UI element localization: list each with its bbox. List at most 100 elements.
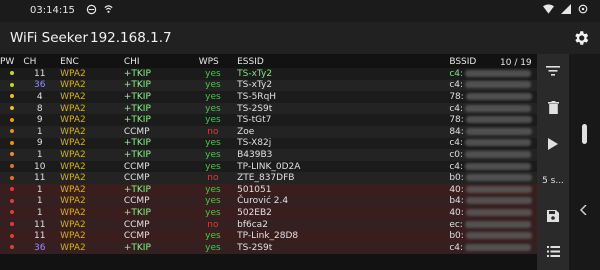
table-row[interactable]: 36 WPA2 +TKIP yes TS-2S9t c4: bbox=[0, 241, 537, 254]
status-bar: 03:14:15 bbox=[0, 0, 600, 22]
wps-cell: yes bbox=[198, 91, 228, 103]
save-button[interactable] bbox=[537, 210, 569, 225]
encryption-cell: WPA2 bbox=[56, 160, 120, 173]
bssid-cell: 84: bbox=[449, 125, 537, 138]
filter-button[interactable] bbox=[537, 65, 569, 80]
bssid-cell: 78: bbox=[449, 91, 537, 103]
channel-cell: 36 bbox=[23, 241, 57, 254]
cipher-cell: +TKIP bbox=[119, 114, 199, 126]
circle-status-icon bbox=[86, 4, 97, 15]
channel-cell: 1 bbox=[23, 125, 57, 138]
table-row[interactable]: 9 WPA2 +TKIP yes TS-tGt7 78: bbox=[0, 114, 537, 126]
scroll-thumb[interactable] bbox=[582, 124, 587, 144]
table-row[interactable]: 9 WPA2 +TKIP yes TS-X82j c4: bbox=[0, 137, 537, 150]
bssid-cell: 40: bbox=[449, 207, 537, 219]
channel-cell: 9 bbox=[23, 137, 57, 150]
table-row[interactable]: 11 WPA2 CCMP no bf6ca2 ec: bbox=[0, 218, 537, 231]
essid-cell: TP-Link_28D8 bbox=[227, 230, 450, 242]
channel-cell: 1 bbox=[23, 149, 57, 161]
bssid-prefix: c4: bbox=[449, 161, 464, 172]
channel-cell: 1 bbox=[23, 183, 57, 196]
signal-dot-cell bbox=[0, 230, 24, 242]
bssid-cell: ec: bbox=[449, 218, 537, 231]
bssid-redacted bbox=[465, 162, 532, 170]
cipher-cell: CCMP bbox=[119, 172, 199, 184]
col-pw: PW bbox=[0, 57, 15, 67]
signal-dot bbox=[9, 187, 14, 192]
cipher-cell: +TKIP bbox=[119, 149, 199, 161]
bssid-prefix: b0: bbox=[449, 231, 464, 242]
channel-cell: 8 bbox=[23, 102, 57, 115]
cipher-cell: CCMP bbox=[119, 160, 199, 173]
cipher-cell: +TKIP bbox=[119, 102, 199, 115]
essid-cell: Čurović 2.4 bbox=[227, 195, 450, 208]
bssid-prefix: c0: bbox=[449, 149, 464, 160]
essid-cell: TS-xTy2 bbox=[227, 79, 450, 92]
bssid-redacted bbox=[465, 185, 532, 193]
expand-panel-button[interactable] bbox=[579, 204, 587, 218]
encryption-cell: WPA2 bbox=[56, 183, 120, 196]
channel-cell: 11 bbox=[23, 172, 57, 184]
table-row[interactable]: 1 WPA2 CCMP yes Čurović 2.4 b4: bbox=[0, 195, 537, 208]
essid-cell: TS-2S9t bbox=[227, 241, 450, 254]
channel-cell: 36 bbox=[23, 79, 57, 92]
start-scan-button[interactable] bbox=[537, 138, 569, 153]
settings-gear-icon[interactable] bbox=[572, 29, 590, 47]
delete-button[interactable] bbox=[537, 101, 569, 117]
bssid-cell: c4: bbox=[449, 68, 537, 80]
wps-cell: yes bbox=[198, 183, 228, 196]
signal-dot bbox=[9, 106, 14, 111]
table-row[interactable]: 11 WPA2 +TKIP yes TS-xTy2 c4: bbox=[0, 68, 537, 80]
bssid-redacted bbox=[465, 150, 532, 158]
bssid-redacted bbox=[465, 232, 532, 240]
essid-cell: ZTE_837DFB bbox=[227, 172, 450, 184]
encryption-cell: WPA2 bbox=[56, 149, 120, 161]
encryption-cell: WPA2 bbox=[56, 230, 120, 242]
table-row[interactable]: 1 WPA2 +TKIP yes 502EB2 40: bbox=[0, 207, 537, 219]
table-row[interactable]: 1 WPA2 +TKIP yes B439B3 c0: bbox=[0, 149, 537, 161]
essid-cell: 502EB2 bbox=[227, 207, 450, 219]
essid-cell: Zoe bbox=[227, 125, 450, 138]
bssid-redacted bbox=[465, 127, 532, 135]
bssid-prefix: b0: bbox=[449, 173, 464, 184]
signal-dot-cell bbox=[0, 68, 24, 80]
wps-cell: yes bbox=[198, 149, 228, 161]
cipher-cell: +TKIP bbox=[119, 91, 199, 103]
wps-cell: no bbox=[198, 218, 228, 231]
bssid-cell: c4: bbox=[449, 79, 537, 92]
cipher-cell: CCMP bbox=[119, 125, 199, 138]
essid-cell: TS-5RqH bbox=[227, 91, 450, 103]
bssid-redacted bbox=[465, 197, 532, 205]
signal-dot bbox=[9, 222, 14, 227]
bssid-prefix: c4: bbox=[449, 242, 464, 253]
interval-selector[interactable]: 5 s... bbox=[537, 176, 569, 186]
table-row[interactable]: 4 WPA2 +TKIP yes TS-5RqH 78: bbox=[0, 91, 537, 103]
signal-dot bbox=[9, 198, 14, 203]
encryption-cell: WPA2 bbox=[56, 125, 120, 138]
table-row[interactable]: 1 WPA2 CCMP no Zoe 84: bbox=[0, 125, 537, 138]
signal-dot-cell bbox=[0, 114, 24, 126]
list-button[interactable] bbox=[537, 246, 569, 260]
cipher-cell: CCMP bbox=[119, 230, 199, 242]
right-rail bbox=[569, 54, 600, 270]
essid-cell: bf6ca2 bbox=[227, 218, 450, 231]
encryption-cell: WPA2 bbox=[56, 68, 120, 80]
bssid-cell: c4: bbox=[449, 137, 537, 150]
signal-dot bbox=[9, 210, 14, 215]
table-row[interactable]: 1 WPA2 +TKIP yes 501051 40: bbox=[0, 183, 537, 196]
table-row[interactable]: 11 WPA2 CCMP no ZTE_837DFB b0: bbox=[0, 172, 537, 184]
signal-dot-cell bbox=[0, 160, 24, 173]
channel-cell: 1 bbox=[23, 207, 57, 219]
cipher-cell: +TKIP bbox=[119, 241, 199, 254]
cipher-cell: CCMP bbox=[119, 218, 199, 231]
table-row[interactable]: 8 WPA2 +TKIP yes TS-2S9t c4: bbox=[0, 102, 537, 115]
encryption-cell: WPA2 bbox=[56, 79, 120, 92]
signal-dot bbox=[9, 245, 14, 250]
table-row[interactable]: 10 WPA2 CCMP yes TP-LINK_0D2A c4: bbox=[0, 160, 537, 173]
channel-cell: 9 bbox=[23, 114, 57, 126]
list-icon bbox=[546, 246, 560, 257]
table-row[interactable]: 36 WPA2 +TKIP yes TS-xTy2 c4: bbox=[0, 79, 537, 92]
table-row[interactable]: 11 WPA2 CCMP yes TP-Link_28D8 b0: bbox=[0, 230, 537, 242]
battery-saver-icon bbox=[578, 4, 588, 14]
bssid-redacted bbox=[465, 208, 532, 216]
